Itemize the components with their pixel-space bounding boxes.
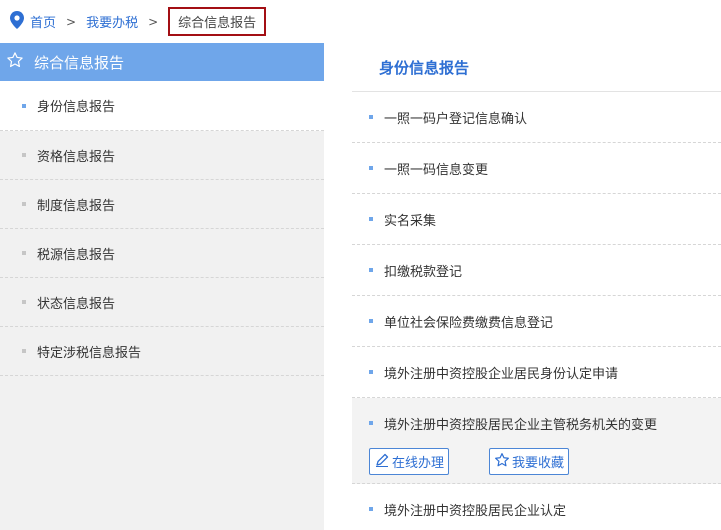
online-handle-button[interactable]: 在线办理 <box>369 448 450 475</box>
pencil-icon <box>374 452 392 472</box>
list-item[interactable]: 扣缴税款登记 <box>352 245 721 296</box>
bullet-icon <box>22 103 26 108</box>
breadcrumb-current: 综合信息报告 <box>168 7 267 36</box>
sidebar-item-status[interactable]: 状态信息报告 <box>0 278 324 327</box>
sidebar-item-label: 状态信息报告 <box>37 296 116 312</box>
bullet-icon <box>22 251 26 255</box>
sidebar-menu: 身份信息报告 资格信息报告 制度信息报告 税源信息报告 状态信息报告 特定涉税信… <box>0 81 324 376</box>
sidebar-item-qualification[interactable]: 资格信息报告 <box>0 131 324 180</box>
breadcrumb-separator: > <box>66 14 77 29</box>
bullet-icon <box>369 217 373 221</box>
bullet-icon <box>22 153 26 157</box>
bullet-icon <box>369 370 373 374</box>
list-item[interactable]: 单位社会保险费缴费信息登记 <box>352 296 721 347</box>
star-icon <box>6 51 34 73</box>
list-item-expanded[interactable]: 境外注册中资控股居民企业主管税务机关的变更 在线办理 我要收藏 <box>352 398 721 484</box>
list-item-label: 单位社会保险费缴费信息登记 <box>384 315 554 331</box>
sidebar: 综合信息报告 身份信息报告 资格信息报告 制度信息报告 税源信息报告 状态信息报… <box>0 43 324 530</box>
bullet-icon <box>369 115 373 119</box>
list-item-header: 境外注册中资控股居民企业主管税务机关的变更 <box>369 398 721 448</box>
sidebar-item-label: 特定涉税信息报告 <box>37 345 142 361</box>
sidebar-item-identity[interactable]: 身份信息报告 <box>0 81 324 131</box>
breadcrumb-home-link[interactable]: 首页 <box>30 12 56 31</box>
tab-identity-report[interactable]: 身份信息报告 <box>379 57 469 78</box>
sidebar-item-label: 身份信息报告 <box>37 100 116 115</box>
breadcrumb-separator: > <box>148 14 159 29</box>
list-item-label: 一照一码信息变更 <box>384 162 489 178</box>
list-item[interactable]: 一照一码户登记信息确认 <box>352 92 721 143</box>
list-item-label: 境外注册中资控股居民企业主管税务机关的变更 <box>384 417 658 433</box>
bullet-icon <box>22 300 26 304</box>
list-item-label: 实名采集 <box>384 213 437 229</box>
breadcrumb-tax-link[interactable]: 我要办税 <box>86 12 138 31</box>
bullet-icon <box>369 421 373 425</box>
sidebar-header: 综合信息报告 <box>0 43 324 81</box>
sidebar-title: 综合信息报告 <box>34 53 125 72</box>
list-item[interactable]: 实名采集 <box>352 194 721 245</box>
location-pin-icon <box>10 10 30 33</box>
breadcrumb: 首页 > 我要办税 > 综合信息报告 <box>0 0 721 43</box>
online-handle-label: 在线办理 <box>392 456 445 471</box>
favorite-label: 我要收藏 <box>512 456 565 471</box>
list-item[interactable]: 境外注册中资控股企业居民身份认定申请 <box>352 347 721 398</box>
bullet-icon <box>369 507 373 511</box>
bullet-icon <box>369 268 373 272</box>
sidebar-item-specific[interactable]: 特定涉税信息报告 <box>0 327 324 376</box>
sidebar-item-tax-source[interactable]: 税源信息报告 <box>0 229 324 278</box>
tab-bar: 身份信息报告 <box>352 43 721 92</box>
main-panel: 身份信息报告 一照一码户登记信息确认 一照一码信息变更 实名采集 扣缴税款登记 … <box>352 43 721 530</box>
bullet-icon <box>369 166 373 170</box>
list-item[interactable]: 境外注册中资控股居民企业认定 <box>352 484 721 530</box>
sidebar-item-label: 资格信息报告 <box>37 149 116 165</box>
list-item-label: 境外注册中资控股居民企业认定 <box>384 503 567 519</box>
star-outline-icon <box>494 452 512 472</box>
bullet-icon <box>22 202 26 206</box>
favorite-button[interactable]: 我要收藏 <box>489 448 570 475</box>
bullet-icon <box>22 349 26 353</box>
list-item[interactable]: 一照一码信息变更 <box>352 143 721 194</box>
sidebar-item-system[interactable]: 制度信息报告 <box>0 180 324 229</box>
list-item-label: 一照一码户登记信息确认 <box>384 111 528 127</box>
sidebar-item-label: 税源信息报告 <box>37 247 116 263</box>
bullet-icon <box>369 319 373 323</box>
item-actions: 在线办理 我要收藏 <box>369 448 721 475</box>
list-item-label: 扣缴税款登记 <box>384 264 463 280</box>
sidebar-item-label: 制度信息报告 <box>37 198 116 214</box>
list-item-label: 境外注册中资控股企业居民身份认定申请 <box>384 366 619 382</box>
